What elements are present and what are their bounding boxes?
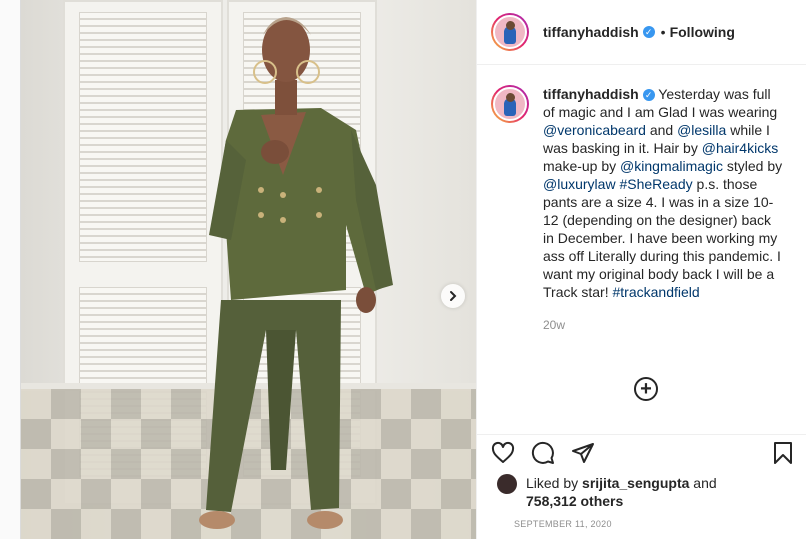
post-modal: tiffanyhaddish ✓ • Following tiffanyhadd… bbox=[20, 0, 806, 539]
post-header: tiffanyhaddish ✓ • Following bbox=[477, 0, 806, 65]
comment-icon[interactable] bbox=[531, 441, 555, 465]
likes-text: Liked by srijita_sengupta and 758,312 ot… bbox=[526, 474, 717, 510]
caption-username[interactable]: tiffanyhaddish bbox=[543, 86, 639, 102]
post-photo[interactable] bbox=[21, 0, 476, 539]
caption-avatar-ring[interactable] bbox=[491, 85, 529, 123]
action-bar bbox=[491, 440, 795, 466]
bookmark-icon[interactable] bbox=[771, 441, 795, 465]
plus-circle-icon[interactable]: + bbox=[634, 377, 658, 401]
mention-link[interactable]: @luxurylaw bbox=[543, 176, 616, 192]
following-button[interactable]: Following bbox=[670, 24, 735, 40]
photo-person bbox=[199, 17, 393, 529]
mention-link[interactable]: @lesilla bbox=[677, 122, 726, 138]
share-icon[interactable] bbox=[571, 441, 595, 465]
liker-avatar[interactable] bbox=[497, 474, 517, 494]
profile-avatar bbox=[493, 15, 527, 49]
verified-badge-icon: ✓ bbox=[642, 89, 655, 102]
likes-prefix: Liked by bbox=[526, 475, 583, 491]
mention-link[interactable]: @kingmalimagic bbox=[620, 158, 723, 174]
next-photo-button[interactable] bbox=[441, 284, 465, 308]
post-side-panel: tiffanyhaddish ✓ • Following tiffanyhadd… bbox=[476, 0, 806, 539]
page-gutter bbox=[0, 0, 20, 539]
hashtag-link[interactable]: #trackandfield bbox=[613, 284, 700, 300]
caption-age: 20w bbox=[543, 318, 566, 332]
caption-text-part: make-up by bbox=[543, 158, 621, 174]
verified-badge-icon: ✓ bbox=[642, 26, 655, 38]
header-separator: • bbox=[660, 24, 666, 40]
likes-mid: and bbox=[689, 475, 717, 491]
post-date[interactable]: SEPTEMBER 11, 2020 bbox=[514, 519, 612, 529]
heart-icon[interactable] bbox=[491, 441, 515, 465]
mention-link[interactable]: @hair4kicks bbox=[702, 140, 778, 156]
caption-text-part: p.s. those pants are a size 4. I was in … bbox=[543, 176, 781, 300]
hashtag-link[interactable]: #SheReady bbox=[619, 176, 692, 192]
header-username[interactable]: tiffanyhaddish bbox=[543, 24, 639, 40]
add-comment-symbol: + bbox=[640, 378, 652, 400]
caption-text-part: styled by bbox=[722, 158, 783, 174]
caption-text: tiffanyhaddish ✓ Yesterday was full of ma… bbox=[543, 85, 783, 434]
caption-text-part: and bbox=[645, 122, 678, 138]
mention-link[interactable]: @veronicabeard bbox=[543, 122, 646, 138]
chevron-right-icon bbox=[450, 291, 457, 301]
caption-avatar bbox=[493, 87, 527, 121]
liker-username[interactable]: srijita_sengupta bbox=[582, 475, 689, 491]
caption-section: tiffanyhaddish ✓ Yesterday was full of ma… bbox=[477, 65, 806, 435]
likes-summary: Liked by srijita_sengupta and 758,312 ot… bbox=[497, 474, 717, 510]
likes-count[interactable]: 758,312 others bbox=[526, 493, 623, 509]
profile-avatar-ring[interactable] bbox=[491, 13, 529, 51]
